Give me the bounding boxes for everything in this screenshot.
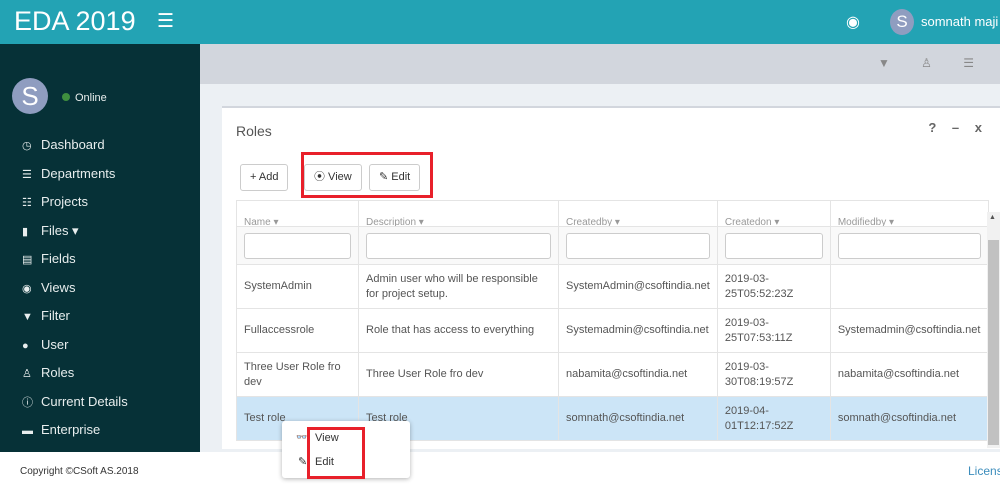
table-cell: Three User Role fro dev — [236, 352, 359, 397]
sidebar-item-label: Enterprise — [41, 422, 101, 437]
column-header[interactable]: Name ▾ — [236, 200, 359, 227]
sidebar-item-enterprise[interactable]: ▬ Enterprise — [0, 416, 200, 445]
copyright: Copyright ©CSoft AS.2018 — [20, 466, 139, 477]
table-cell: 2019-03-30T08:19:57Z — [716, 352, 831, 397]
roles-panel: Roles ? – x + Add ⦿ View ✎ Edit Name ▾ De… — [222, 106, 1000, 449]
online-status: Online — [62, 92, 107, 104]
table-scrollbar[interactable]: ▲ — [987, 212, 1000, 448]
user-avatar[interactable]: S — [890, 9, 914, 35]
sidebar-icon: ● — [22, 339, 29, 352]
eye-icon[interactable]: ◉ — [846, 12, 860, 32]
sidebar-icon: ♙ — [22, 368, 32, 380]
sidebar-icon: ▬ — [22, 425, 33, 437]
filter-cell — [358, 226, 559, 265]
license-link[interactable]: Licens — [968, 464, 1000, 478]
scroll-up-icon[interactable]: ▲ — [989, 214, 996, 221]
scroll-thumb[interactable] — [988, 240, 999, 445]
sidebar-item-label: Departments — [41, 165, 116, 181]
sidebar-item-label: Views — [41, 279, 76, 295]
table-cell: SystemAdmin — [236, 264, 359, 309]
sidebar-item-views[interactable]: ◉ Views — [0, 274, 200, 303]
highlight-box — [301, 152, 433, 198]
top-bar: EDA 2019 ☰ ◉ S somnath maji ▾ — [0, 0, 1000, 44]
sidebar-icon: ⓘ — [22, 396, 33, 409]
sidebar-item-roles[interactable]: ♙ Roles — [0, 359, 200, 388]
sidebar-item-label: Current Details — [41, 393, 128, 409]
table-row[interactable]: Fullaccessrole Role that has access to ev… — [236, 308, 989, 353]
filter-cell — [716, 226, 831, 265]
sidebar-icon: ▼ — [22, 311, 33, 323]
table-cell: 2019-03-25T07:53:11Z — [716, 308, 831, 353]
sidebar-icon: ◷ — [22, 140, 32, 152]
filter-cell — [558, 226, 718, 265]
column-header[interactable]: Createdby ▾ — [558, 200, 718, 227]
sidebar-icon: ☰ — [22, 168, 32, 181]
table-cell: Systemadmin@csoftindia.net — [829, 308, 989, 353]
table-cell: somnath@csoftindia.net — [558, 396, 718, 441]
sidebar-item-files[interactable]: ▮ Files ▾ — [0, 217, 200, 246]
column-filter-input[interactable] — [366, 232, 551, 259]
sidebar-item-filter[interactable]: ▼ Filter — [0, 302, 200, 331]
sidebar-item-departments[interactable]: ☰ Departments — [0, 160, 200, 189]
sidebar-icon: ◉ — [22, 282, 32, 295]
column-header[interactable]: Description ▾ — [358, 200, 559, 227]
sidebar-item-label: Dashboard — [41, 137, 105, 152]
sidebar-item-label: Fields — [41, 251, 76, 266]
filter-cell — [236, 226, 359, 265]
sidebar-item-label: Filter — [41, 308, 70, 323]
table-cell: Admin user who will be responsible for p… — [358, 264, 559, 309]
user-menu[interactable]: somnath maji ▾ — [921, 14, 1000, 30]
column-filter-input[interactable] — [724, 232, 823, 259]
glasses-icon: 👓 — [296, 432, 308, 442]
sidebar-item-projects[interactable]: ☷ Projects — [0, 188, 200, 217]
table-cell: SystemAdmin@csoftindia.net — [558, 264, 718, 309]
sidebar-icon: ▮ — [22, 225, 29, 238]
column-header[interactable]: Createdon ▾ — [716, 200, 831, 227]
sidebar-icon: ▤ — [22, 254, 33, 266]
column-filter-input[interactable] — [244, 232, 351, 259]
sidebar-item-current-details[interactable]: ⓘ Current Details — [0, 388, 200, 417]
sidebar-item-dashboard[interactable]: ◷ Dashboard — [0, 131, 200, 160]
add-button[interactable]: + Add — [240, 164, 289, 191]
filter-hierarchy-list-icons[interactable]: ▼ ♙ ☰ — [878, 56, 988, 70]
sidebar-avatar: S — [12, 78, 48, 114]
column-filter-input[interactable] — [837, 232, 981, 259]
sidebar-item-user[interactable]: ● User — [0, 331, 200, 360]
status-label: Online — [75, 92, 107, 104]
table-cell: Role that has access to everything — [358, 308, 559, 353]
table-cell: somnath@csoftindia.net — [829, 396, 989, 441]
roles-table: Name ▾ Description ▾ Createdby ▾ Createdon … — [236, 200, 989, 441]
table-cell: 2019-04-01T12:17:52Z — [716, 396, 831, 441]
sidebar-item-label: Files ▾ — [41, 222, 79, 238]
highlight-box — [307, 427, 365, 479]
panel-tools[interactable]: ? – x — [928, 120, 988, 135]
table-cell: Fullaccessrole — [236, 308, 359, 353]
panel-title: Roles — [236, 123, 272, 139]
menu-toggle-icon[interactable]: ☰ — [157, 10, 174, 33]
sidebar-item-fields[interactable]: ▤ Fields — [0, 245, 200, 274]
table-cell: nabamita@csoftindia.net — [558, 352, 718, 397]
content-toolbar: ▼ ♙ ☰ — [200, 44, 1000, 84]
sidebar-item-label: Roles — [41, 365, 75, 380]
sidebar-item-label: Projects — [41, 194, 88, 209]
table-cell: nabamita@csoftindia.net — [829, 352, 989, 397]
table-row[interactable]: SystemAdmin Admin user who will be respon… — [236, 264, 989, 309]
column-filter-input[interactable] — [566, 232, 710, 259]
status-dot-icon — [62, 93, 70, 101]
table-cell — [829, 264, 989, 309]
table-row[interactable]: Three User Role fro dev Three User Role f… — [236, 352, 989, 397]
sidebar-icon: ☷ — [22, 197, 32, 209]
sidebar-item-label: User — [41, 336, 69, 352]
table-cell: Three User Role fro dev — [358, 352, 559, 397]
table-cell: 2019-03-25T05:52:23Z — [716, 264, 831, 309]
column-header[interactable]: Modifiedby ▾ — [829, 200, 989, 227]
edit-icon: ✎ — [298, 456, 308, 468]
sidebar: S Online ◷ Dashboard ☰ Departments ☷ Projects… — [0, 44, 200, 452]
brand[interactable]: EDA 2019 — [14, 6, 136, 37]
table-cell: Systemadmin@csoftindia.net — [558, 308, 718, 353]
filter-cell — [829, 226, 989, 265]
footer: Copyright ©CSoft AS.2018 Licens — [0, 452, 1000, 489]
